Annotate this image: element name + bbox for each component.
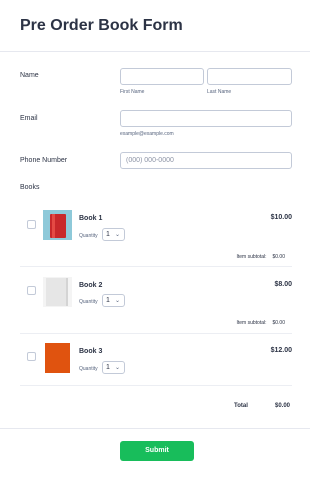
book-2-quantity-value: 1 <box>106 297 110 304</box>
submit-button[interactable]: Submit <box>120 441 194 461</box>
white-book-cover-icon <box>43 277 72 307</box>
form-header: Pre Order Book Form <box>0 0 310 52</box>
book-1-quantity-value: 1 <box>106 231 110 238</box>
orange-book-cover-icon <box>43 343 72 373</box>
divider <box>20 385 292 386</box>
book-2-name: Book 2 <box>79 282 103 289</box>
phone-label: Phone Number <box>20 157 68 164</box>
book-1-checkbox[interactable] <box>27 220 36 229</box>
last-name-sublabel: Last Name <box>207 89 232 95</box>
form-title: Pre Order Book Form <box>20 17 183 34</box>
book-2-quantity-select[interactable]: 1 ⌄ <box>102 294 125 307</box>
book-3-quantity-value: 1 <box>106 364 110 371</box>
total-value: $0.00 <box>275 403 291 409</box>
chevron-down-icon: ⌄ <box>114 232 120 238</box>
last-name-input[interactable] <box>207 68 292 85</box>
footer-divider <box>0 428 310 429</box>
book-2-subtotal-label: Item subtotal: <box>236 320 267 326</box>
book-1-name: Book 1 <box>79 215 103 222</box>
book-1-subtotal: Item subtotal: $0.00 <box>236 254 285 260</box>
book-1-quantity-label: Quantity <box>79 233 98 239</box>
book-2-subtotal-value: $0.00 <box>272 320 285 326</box>
divider <box>20 333 292 334</box>
chevron-down-icon: ⌄ <box>114 298 120 304</box>
email-input[interactable] <box>120 110 292 127</box>
first-name-sublabel: First Name <box>120 89 145 95</box>
name-label: Name <box>20 72 39 79</box>
email-label: Email <box>20 115 38 122</box>
book-3-price: $12.00 <box>270 347 292 354</box>
book-3-quantity-label: Quantity <box>79 366 98 372</box>
book-1-subtotal-value: $0.00 <box>272 254 285 260</box>
chevron-down-icon: ⌄ <box>114 365 120 371</box>
book-2-quantity-label: Quantity <box>79 299 98 305</box>
book-3-name: Book 3 <box>79 348 103 355</box>
book-3-quantity-select[interactable]: 1 ⌄ <box>102 361 125 374</box>
book-1-price: $10.00 <box>270 214 292 221</box>
divider <box>20 266 292 267</box>
phone-input[interactable] <box>120 152 292 169</box>
total-label: Total <box>234 403 248 409</box>
books-label: Books <box>20 184 40 191</box>
email-sublabel: example@example.com <box>120 131 174 137</box>
red-book-cover-icon <box>43 210 72 240</box>
book-2-checkbox[interactable] <box>27 286 36 295</box>
book-2-price: $8.00 <box>274 281 292 288</box>
book-1-subtotal-label: Item subtotal: <box>236 254 267 260</box>
book-2-subtotal: Item subtotal: $0.00 <box>236 320 285 326</box>
first-name-input[interactable] <box>120 68 204 85</box>
book-1-quantity-select[interactable]: 1 ⌄ <box>102 228 125 241</box>
book-3-checkbox[interactable] <box>27 352 36 361</box>
